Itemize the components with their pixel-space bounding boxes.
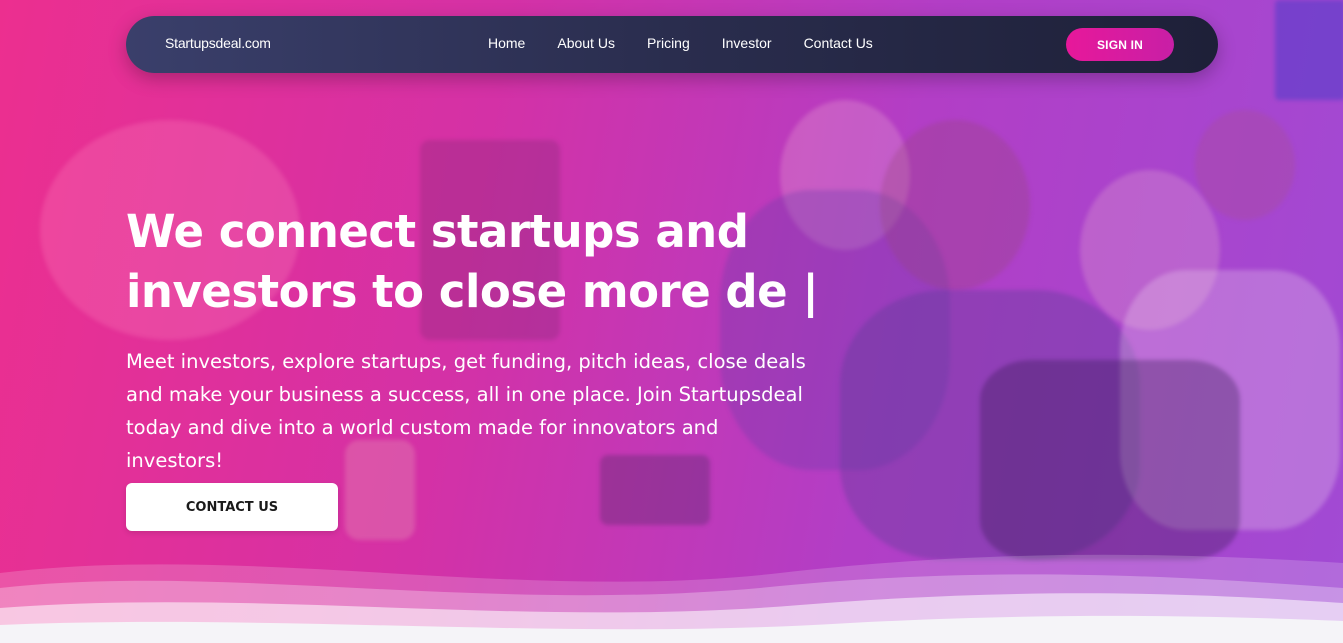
nav-links: Home About Us Pricing Investor Contact U… (488, 35, 905, 51)
decorative-waves (0, 554, 1343, 643)
brand-logo[interactable]: Startupsdeal.com (165, 35, 271, 51)
hero-headline-line-1: We connect startups and (126, 205, 749, 258)
hero-section: Startupsdeal.com Home About Us Pricing I… (0, 0, 1343, 643)
hero-headline-line-2: investors to close more de | (126, 265, 819, 318)
nav-link-investor[interactable]: Investor (722, 35, 772, 51)
nav-link-home[interactable]: Home (488, 35, 525, 51)
hero-subtitle: Meet investors, explore startups, get fu… (126, 350, 806, 472)
nav-link-about-us[interactable]: About Us (557, 35, 615, 51)
sign-in-button[interactable]: SIGN IN (1066, 28, 1174, 61)
contact-us-button[interactable]: CONTACT US (126, 483, 338, 531)
top-navbar: Startupsdeal.com Home About Us Pricing I… (126, 16, 1218, 73)
hero-headline: We connect startups and investors to clo… (126, 202, 846, 322)
nav-link-contact-us[interactable]: Contact Us (804, 35, 873, 51)
nav-link-pricing[interactable]: Pricing (647, 35, 690, 51)
